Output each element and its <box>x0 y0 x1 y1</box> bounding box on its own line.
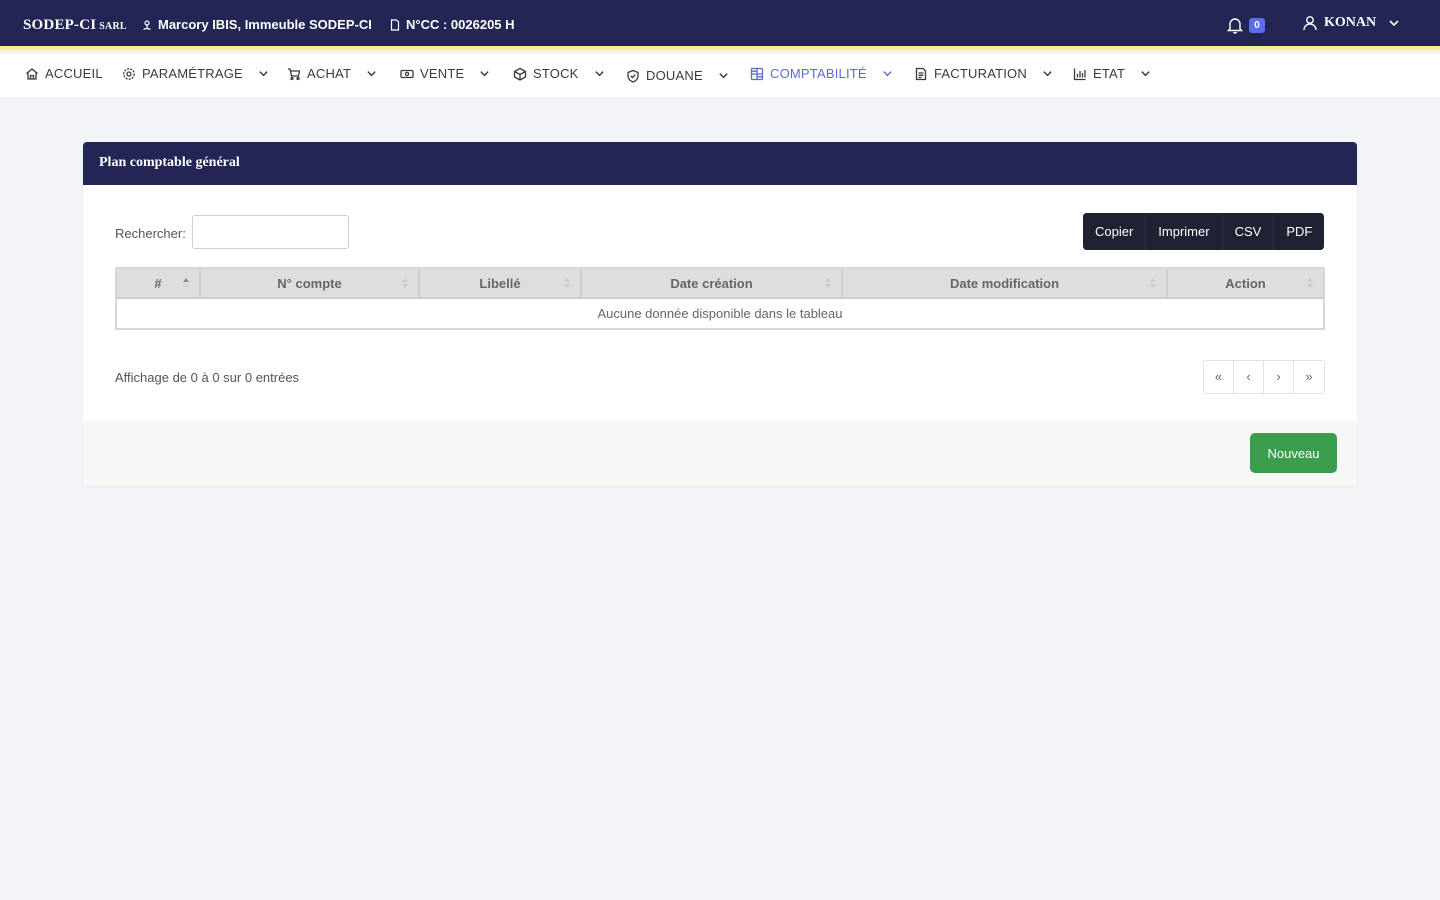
sort-icon <box>825 278 831 288</box>
main-nav: ACCUEIL PARAMÉTRAGE ACHAT VENTE STOCK DO… <box>0 54 1440 97</box>
chevron-down-icon <box>480 71 490 77</box>
location-pin-icon <box>143 19 151 30</box>
top-bar: SODEP-CI SARL Marcory IBIS, Immeuble SODE… <box>0 0 1440 50</box>
nav-label: FACTURATION <box>934 66 1027 81</box>
card-body: Rechercher: Copier Imprimer CSV PDF # N°… <box>83 185 1357 421</box>
gear-icon <box>123 67 135 80</box>
print-button[interactable]: Imprimer <box>1146 213 1223 250</box>
invoice-icon <box>915 67 927 80</box>
search-input[interactable] <box>192 215 349 249</box>
column-header-index[interactable]: # <box>117 269 201 299</box>
sort-ascending-icon <box>183 278 189 288</box>
address-text: Marcory IBIS, Immeuble SODEP-CI <box>158 17 372 32</box>
column-header-creation-date[interactable]: Date création <box>582 269 843 299</box>
column-header-label: Action <box>1225 276 1266 291</box>
column-header-label: Libellé <box>479 276 521 291</box>
chevron-down-icon <box>594 71 604 77</box>
cash-icon <box>400 69 414 78</box>
chevron-down-icon <box>1389 20 1399 27</box>
column-header-label: # <box>154 276 162 291</box>
next-page-button[interactable]: › <box>1264 361 1294 393</box>
notification-count-badge: 0 <box>1249 18 1265 33</box>
nav-label: ETAT <box>1093 66 1126 81</box>
first-page-button[interactable]: « <box>1204 361 1234 393</box>
new-button[interactable]: Nouveau <box>1250 433 1337 473</box>
copy-button[interactable]: Copier <box>1083 213 1147 250</box>
nav-item-douane[interactable]: DOUANE <box>626 68 729 83</box>
sort-icon <box>564 278 570 288</box>
nav-label: VENTE <box>420 66 465 81</box>
nav-label: ACHAT <box>307 66 352 81</box>
card-footer: Nouveau <box>83 421 1357 486</box>
last-page-button[interactable]: » <box>1294 361 1324 393</box>
column-header-label: N° compte <box>277 276 342 291</box>
nav-label: PARAMÉTRAGE <box>142 66 243 81</box>
grid-icon <box>750 67 764 80</box>
shield-icon <box>627 69 639 83</box>
brand-logo[interactable]: SODEP-CI SARL <box>23 17 127 34</box>
chevron-down-icon <box>1043 71 1052 77</box>
nav-item-parametrage[interactable]: PARAMÉTRAGE <box>122 66 269 81</box>
chevron-down-icon <box>719 73 728 79</box>
nav-item-etat[interactable]: ETAT <box>1073 66 1151 81</box>
home-icon <box>26 67 38 80</box>
user-icon <box>1303 16 1317 31</box>
column-header-label: Date modification <box>949 276 1060 291</box>
pagination: « ‹ › » <box>1203 360 1325 394</box>
nav-item-accueil[interactable]: ACCUEIL <box>25 66 103 81</box>
chart-of-accounts-card: Plan comptable général Rechercher: Copie… <box>83 142 1357 486</box>
chevron-down-icon <box>367 71 376 77</box>
previous-page-button[interactable]: ‹ <box>1234 361 1264 393</box>
table-info: Affichage de 0 à 0 sur 0 entrées <box>115 370 300 385</box>
nav-item-comptabilite[interactable]: COMPTABILITÉ <box>750 66 893 81</box>
bar-chart-icon <box>1073 68 1086 80</box>
ncc-info: N°CC : 0026205 H <box>389 17 515 32</box>
sort-icon <box>1307 278 1313 288</box>
search-label: Rechercher: <box>115 226 186 241</box>
sort-icon <box>1150 278 1156 288</box>
document-icon <box>390 18 400 31</box>
sort-icon <box>402 278 408 288</box>
csv-button[interactable]: CSV <box>1222 213 1275 250</box>
empty-table-message: Aucune donnée disponible dans le tableau <box>117 299 1323 328</box>
cart-icon <box>288 67 301 80</box>
bell-icon <box>1226 18 1244 34</box>
accounts-table: # N° compte Libellé Date création Date m… <box>115 267 1325 330</box>
chevron-down-icon <box>1141 71 1150 77</box>
nav-item-vente[interactable]: VENTE <box>400 66 490 81</box>
column-header-label-col[interactable]: Libellé <box>420 269 582 299</box>
address-info: Marcory IBIS, Immeuble SODEP-CI <box>141 17 372 32</box>
nav-item-facturation[interactable]: FACTURATION <box>914 66 1053 81</box>
table-header: # N° compte Libellé Date création Date m… <box>117 269 1323 299</box>
user-menu[interactable]: KONAN <box>1302 15 1400 31</box>
chevron-down-icon <box>883 71 892 77</box>
brand-name: SODEP-CI <box>23 17 97 33</box>
brand-suffix: SARL <box>99 21 127 32</box>
nav-item-achat[interactable]: ACHAT <box>287 66 377 81</box>
column-header-label: Date création <box>670 276 753 291</box>
column-header-action[interactable]: Action <box>1168 269 1323 299</box>
ncc-text: N°CC : 0026205 H <box>406 17 515 32</box>
box-icon <box>513 67 527 81</box>
nav-label: COMPTABILITÉ <box>770 66 867 81</box>
nav-label: STOCK <box>533 66 579 81</box>
nav-item-stock[interactable]: STOCK <box>513 66 605 81</box>
chevron-down-icon <box>259 71 268 77</box>
user-name: KONAN <box>1324 15 1377 30</box>
column-header-modification-date[interactable]: Date modification <box>843 269 1168 299</box>
pdf-button[interactable]: PDF <box>1274 213 1325 250</box>
nav-label: ACCUEIL <box>45 66 103 81</box>
card-title: Plan comptable général <box>83 142 1357 185</box>
export-buttons: Copier Imprimer CSV PDF <box>1083 213 1325 250</box>
notifications-button[interactable]: 0 <box>1226 16 1266 36</box>
nav-label: DOUANE <box>646 68 703 83</box>
column-header-account-number[interactable]: N° compte <box>201 269 420 299</box>
